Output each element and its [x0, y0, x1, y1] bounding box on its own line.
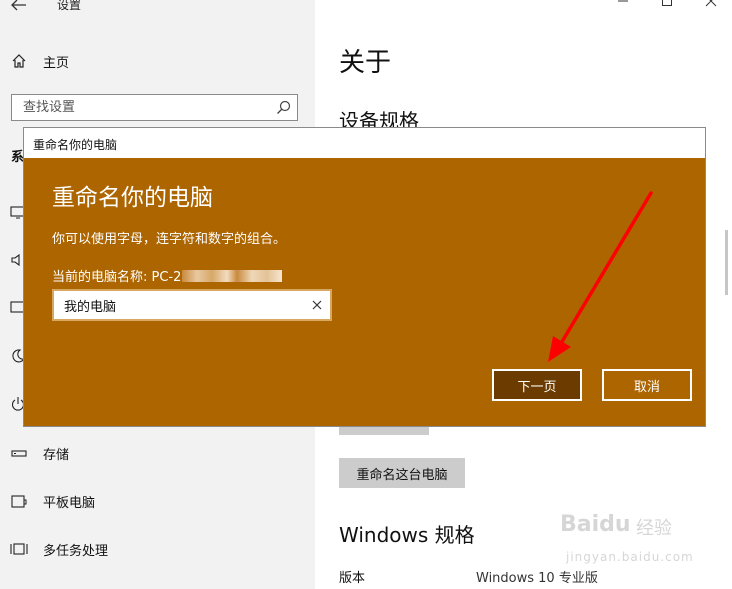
storage-icon — [11, 450, 27, 457]
window-controls — [616, 0, 718, 8]
sidebar-item-multitasking[interactable]: 多任务处理 — [0, 534, 315, 564]
close-icon[interactable] — [704, 0, 718, 8]
rename-pc-button[interactable]: 重命名这台电脑 — [339, 458, 465, 488]
next-button[interactable]: 下一页 — [492, 369, 582, 401]
tablet-icon — [11, 495, 27, 508]
maximize-icon[interactable] — [660, 0, 674, 8]
windows-spec-heading: Windows 规格 — [339, 523, 475, 547]
multitasking-icon — [10, 543, 28, 555]
sidebar-item-storage-label: 存储 — [43, 447, 70, 463]
sidebar-item-home[interactable]: 主页 — [0, 46, 315, 76]
current-name-row: 当前的电脑名称: PC-2 — [52, 266, 283, 285]
home-icon — [12, 54, 26, 68]
search-box[interactable] — [11, 94, 298, 121]
new-name-input[interactable] — [54, 291, 304, 319]
new-name-field[interactable] — [52, 289, 332, 321]
current-name-label: 当前的电脑名称: PC-2 — [52, 270, 182, 285]
dialog-titlebar-text: 重命名你的电脑 — [33, 138, 118, 152]
redacted-name — [182, 269, 283, 282]
cancel-button[interactable]: 取消 — [602, 369, 692, 401]
search-input[interactable] — [12, 95, 270, 120]
back-arrow-icon[interactable] — [8, 0, 30, 14]
scrollbar-thumb[interactable] — [725, 230, 728, 295]
sidebar-item-tablet[interactable]: 平板电脑 — [0, 486, 315, 516]
dialog-heading: 重命名你的电脑 — [52, 185, 213, 211]
edition-label: 版本 — [339, 571, 366, 586]
dialog-titlebar[interactable]: 重命名你的电脑 — [24, 128, 705, 158]
app-title: 设置 — [57, 0, 82, 12]
edition-value: Windows 10 专业版 — [476, 571, 598, 586]
dialog-description: 你可以使用字母，连字符和数字的组合。 — [52, 232, 287, 247]
minimize-icon[interactable] — [616, 0, 630, 8]
clear-icon[interactable] — [311, 299, 323, 311]
sidebar-item-tablet-label: 平板电脑 — [43, 495, 96, 511]
sidebar-item-storage[interactable]: 存储 — [0, 438, 315, 468]
sidebar-item-multitasking-label: 多任务处理 — [43, 543, 109, 559]
rename-pc-dialog: 重命名你的电脑 重命名你的电脑 你可以使用字母，连字符和数字的组合。 当前的电脑… — [23, 127, 706, 427]
search-icon[interactable] — [276, 100, 291, 115]
sidebar-item-home-label: 主页 — [43, 55, 70, 71]
page-title: 关于 — [339, 48, 392, 78]
